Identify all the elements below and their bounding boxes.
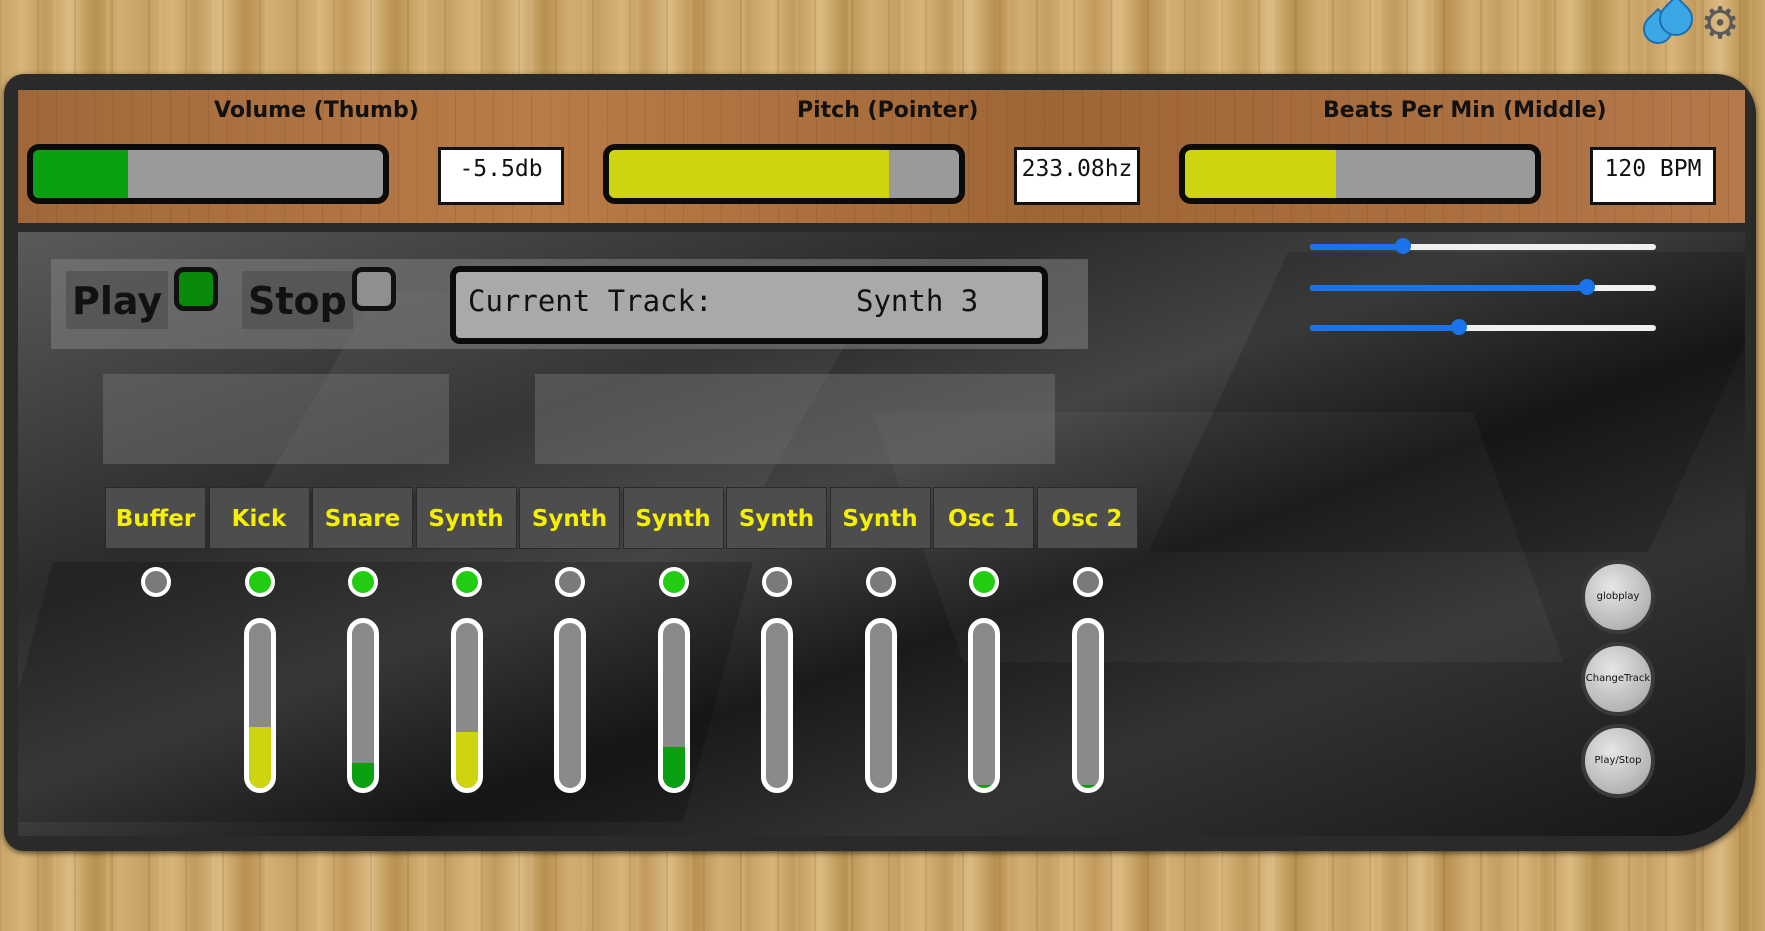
empty-panel-left	[103, 374, 449, 464]
channel-meter	[1071, 618, 1104, 793]
channel-meter	[347, 618, 379, 793]
volume-slider[interactable]	[1310, 238, 1656, 254]
bpm-slider-thumb[interactable]	[1450, 319, 1467, 335]
pitch-slider[interactable]	[1310, 279, 1656, 295]
channel-led[interactable]	[865, 567, 896, 597]
channel-meter-fill	[1076, 784, 1099, 788]
bpm-value: 120 BPM	[1590, 147, 1716, 205]
gear-icon[interactable]: ⚙	[1697, 1, 1743, 47]
channel-led[interactable]	[451, 567, 482, 597]
channel-meter	[243, 618, 276, 793]
bpm-slider[interactable]	[1310, 319, 1656, 335]
channel-header[interactable]: Osc 1	[933, 487, 1034, 549]
channel-meter	[761, 618, 793, 793]
channel-led[interactable]	[244, 567, 275, 597]
bpm-label: Beats Per Min (Middle)	[1323, 98, 1607, 123]
channel-header[interactable]: Snare	[312, 487, 413, 549]
pitch-label: Pitch (Pointer)	[797, 98, 979, 123]
channel-meter-fill	[973, 784, 995, 788]
channel-led[interactable]	[348, 567, 378, 597]
channel-header[interactable]: Synth 4	[726, 487, 827, 594]
channel-led[interactable]	[1072, 567, 1103, 597]
play-indicator	[174, 267, 218, 311]
channel-led[interactable]	[969, 567, 999, 597]
top-icons: ⚙	[1636, 0, 1743, 52]
current-track-label: Current Track:	[468, 284, 713, 318]
channel-meter-fill	[352, 763, 374, 788]
channel-led[interactable]	[658, 567, 689, 597]
channel-meter	[657, 618, 690, 793]
channel-meter	[554, 618, 586, 793]
current-track-value: Synth 3	[856, 284, 979, 318]
globplay-button[interactable]: globplay	[1581, 560, 1655, 634]
channel-header[interactable]: Synth 3	[622, 487, 724, 594]
channel-header[interactable]: Buffer	[105, 487, 206, 549]
pitch-slider-thumb[interactable]	[1578, 279, 1595, 295]
channel-header[interactable]: Synth 5	[829, 487, 931, 594]
channel-meter-fill	[662, 746, 685, 788]
channel-meter	[968, 618, 1000, 793]
channel-header[interactable]: Kick	[208, 487, 310, 549]
pitch-bar-fill	[609, 150, 889, 198]
bpm-bar[interactable]	[1179, 144, 1541, 204]
channel-led[interactable]	[141, 567, 171, 597]
changetrack-button[interactable]: ChangeTrack	[1581, 642, 1655, 716]
stop-indicator	[352, 267, 396, 311]
current-track-display: Current Track: Synth 3	[450, 266, 1048, 344]
volume-bar[interactable]	[27, 144, 389, 204]
channel-meter	[864, 618, 897, 793]
empty-panel-right	[535, 374, 1055, 464]
channel-meter-fill	[248, 726, 271, 788]
channel-led[interactable]	[555, 567, 585, 597]
bpm-bar-fill	[1185, 150, 1336, 198]
channel-meter-fill	[455, 731, 478, 788]
playstop-button[interactable]: Play/Stop	[1581, 724, 1655, 798]
stop-button[interactable]: Stop	[242, 271, 353, 329]
channel-led[interactable]	[762, 567, 792, 597]
channel-header[interactable]: Osc 2	[1036, 487, 1138, 549]
channel-meter	[450, 618, 483, 793]
channel-header[interactable]: Synth 1	[415, 487, 517, 594]
pitch-bar[interactable]	[603, 144, 965, 204]
volume-label: Volume (Thumb)	[214, 98, 419, 123]
channel-header[interactable]: Synth 2	[519, 487, 620, 594]
water-drops-icon[interactable]	[1636, 0, 1701, 52]
play-button[interactable]: Play	[66, 271, 169, 329]
pitch-value: 233.08hz	[1014, 147, 1140, 205]
volume-value: -5.5db	[438, 147, 564, 205]
volume-bar-fill	[33, 150, 128, 198]
